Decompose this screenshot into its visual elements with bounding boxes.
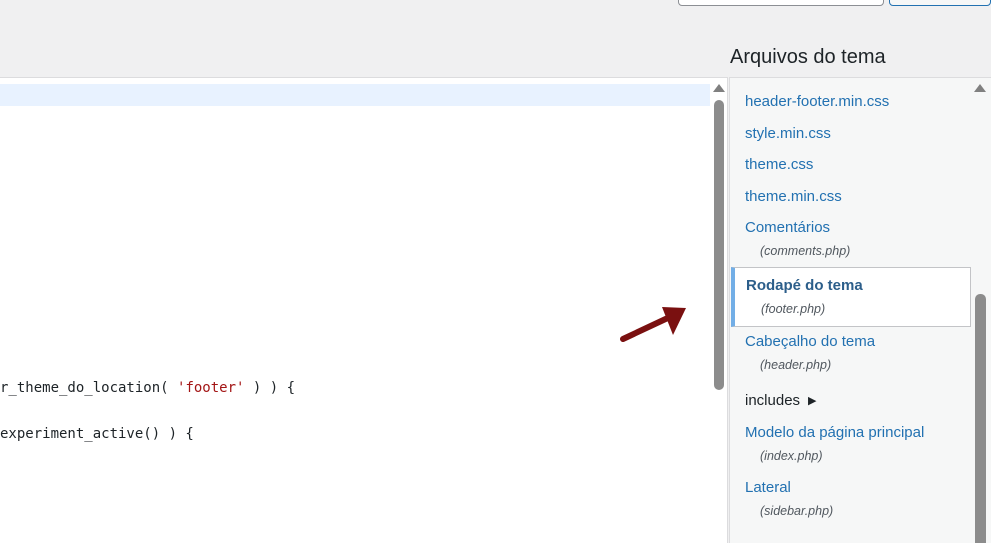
theme-files-title: Arquivos do tema	[730, 46, 886, 68]
file-link[interactable]: Comentários	[745, 218, 970, 238]
file-name: (footer.php)	[761, 302, 826, 316]
file-link[interactable]: Lateral	[745, 478, 970, 498]
list-scrollbar-thumb[interactable]	[975, 294, 986, 543]
file-theme-min-css[interactable]: theme.min.css	[730, 187, 970, 207]
editor-scroll-up-icon[interactable]	[713, 84, 725, 92]
file-link[interactable]: Modelo da página principal	[745, 423, 970, 443]
file-link[interactable]: style.min.css	[745, 124, 970, 144]
caret-right-icon[interactable]: ▶	[808, 394, 816, 407]
file-sidebar-php[interactable]: Lateral (sidebar.php)	[730, 478, 970, 520]
file-name: (index.php)	[760, 449, 823, 463]
file-comments-php[interactable]: Comentários (comments.php)	[730, 218, 970, 260]
active-line-highlight	[0, 84, 710, 106]
folder-includes[interactable]: includes ▶	[730, 391, 970, 411]
code-text: experiment_active() ) {	[0, 426, 194, 442]
file-link[interactable]: Cabeçalho do tema	[745, 332, 970, 352]
top-button[interactable]	[889, 0, 991, 6]
file-link[interactable]: theme.css	[745, 155, 970, 175]
theme-file-list: header-footer.min.css style.min.css them…	[729, 77, 991, 543]
arrow-shaft	[620, 313, 675, 342]
file-footer-php-active[interactable]: Rodapé do tema (footer.php)	[731, 267, 971, 327]
file-name: (header.php)	[760, 358, 832, 372]
folder-label[interactable]: includes	[745, 392, 800, 409]
code-line-1[interactable]: r_theme_do_location( 'footer' ) ) {	[0, 380, 295, 396]
file-name: (sidebar.php)	[760, 504, 834, 518]
annotation-arrow-icon	[620, 307, 686, 342]
code-text: r_theme_do_location(	[0, 380, 178, 396]
code-text: ) ) {	[244, 380, 296, 396]
file-header-php[interactable]: Cabeçalho do tema (header.php)	[730, 332, 970, 374]
file-name: (comments.php)	[760, 244, 851, 258]
file-theme-css[interactable]: theme.css	[730, 155, 970, 175]
file-link[interactable]: header-footer.min.css	[745, 92, 970, 112]
file-header-footer-min-css[interactable]: header-footer.min.css	[730, 92, 970, 112]
file-style-min-css[interactable]: style.min.css	[730, 124, 970, 144]
file-index-php[interactable]: Modelo da página principal (index.php)	[730, 423, 970, 465]
file-link[interactable]: theme.min.css	[745, 187, 970, 207]
top-input[interactable]	[678, 0, 884, 6]
list-scroll-up-icon[interactable]	[974, 84, 986, 92]
code-line-2[interactable]: experiment_active() ) {	[0, 426, 194, 442]
editor-scrollbar-thumb[interactable]	[714, 100, 724, 390]
code-string: 'footer'	[177, 380, 245, 396]
file-link[interactable]: Rodapé do tema	[746, 276, 970, 296]
